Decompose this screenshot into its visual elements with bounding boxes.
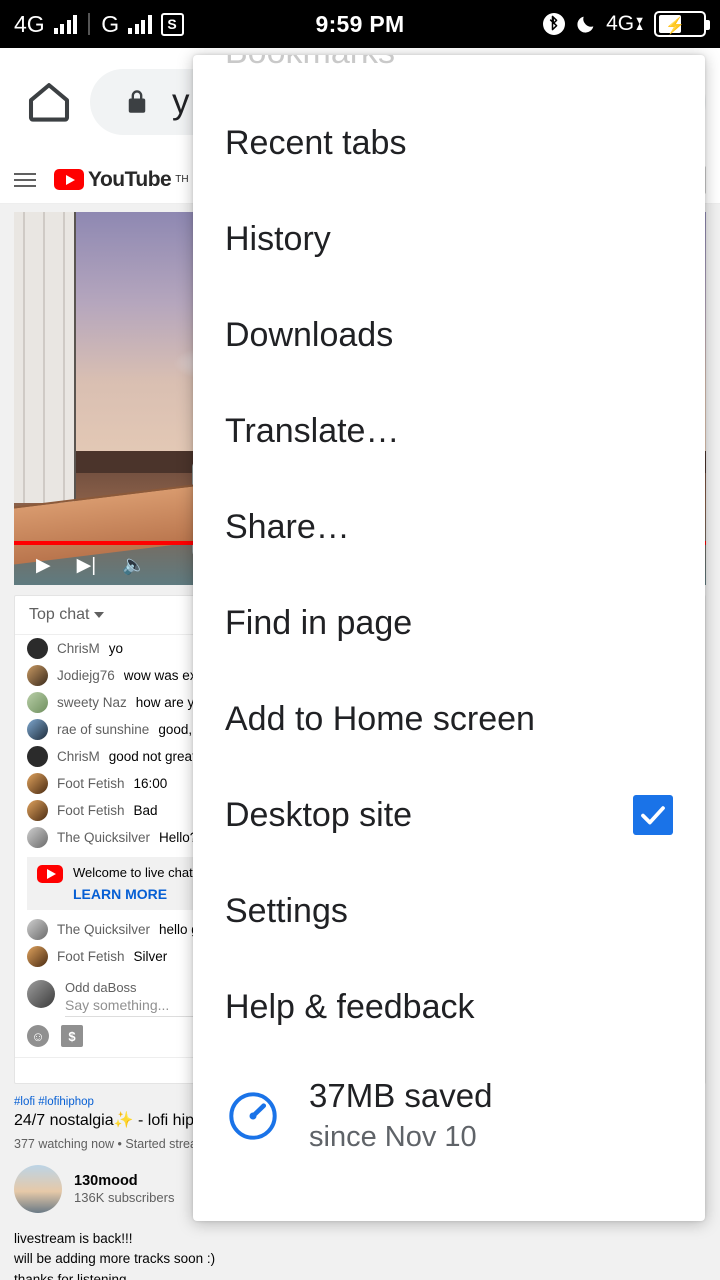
data-network-icon: 4G ▼ ▲ [606,12,645,36]
description-line: livestream is back!!! [14,1231,133,1246]
data-saved-since: since Nov 10 [309,1121,477,1153]
menu-item-label: Recent tabs [225,123,407,162]
channel-subscribers: 136K subscribers [74,1190,175,1205]
chat-text: yo [108,641,124,656]
video-thumbnail-curtain [14,212,76,503]
chat-author: Foot Fetish [57,949,125,964]
moon-icon [577,16,594,33]
menu-item-add-to-home-screen[interactable]: Add to Home screen [193,671,705,767]
menu-item-history[interactable]: History [193,191,705,287]
data-arrows-icon: ▼ ▲ [634,14,645,33]
chat-author: The Quicksilver [57,922,151,937]
menu-item-share[interactable]: Share… [193,479,705,575]
battery-charging-icon: ⚡ [654,11,710,37]
avatar [27,665,48,686]
chat-author: The Quicksilver [57,830,151,845]
description-line: thanks for listening [14,1271,127,1280]
avatar [27,919,48,940]
next-track-icon[interactable]: ▶| [77,554,97,577]
description-line: will be adding more tracks soon :) [14,1251,216,1267]
sim-divider [88,13,91,35]
chat-author: Foot Fetish [57,776,125,791]
chat-mode-label: Top chat [29,606,90,623]
hamburger-icon[interactable] [14,172,36,187]
youtube-country-code: TH [175,174,189,185]
avatar [27,692,48,713]
sim1-network-label: 4G [14,10,45,37]
menu-item-downloads[interactable]: Downloads [193,287,705,383]
sim-badge-icon: S [160,12,184,36]
video-description: livestream is back!!! will be adding mor… [14,1229,706,1280]
chat-author: rae of sunshine [57,722,150,737]
sim1-signal-icon [53,14,78,34]
play-icon[interactable]: ▶ [36,554,51,577]
chat-author: ChrisM [57,641,100,656]
menu-item-find-in-page[interactable]: Find in page [193,575,705,671]
url-text: y [172,82,190,121]
channel-name: 130mood [74,1173,138,1189]
menu-item-label: Add to Home screen [225,699,535,738]
lock-icon [128,90,146,113]
speedometer-icon [229,1091,277,1140]
chat-author: Foot Fetish [57,803,125,818]
menu-item-settings[interactable]: Settings [193,863,705,959]
volume-icon[interactable]: 🔈 [122,553,146,577]
data-saver-row[interactable]: 37MB saved since Nov 10 [193,1055,705,1184]
chat-author: sweety Naz [57,695,127,710]
sim2-network-label: G [101,10,120,37]
menu-item-label: Translate… [225,411,400,450]
checkmark-icon [641,806,665,825]
avatar [27,946,48,967]
menu-item-desktop-site[interactable]: Desktop site [193,767,705,863]
menu-item-bookmarks[interactable]: Bookmarks [193,55,705,95]
menu-item-label: Help & feedback [225,987,475,1026]
avatar [27,980,55,1008]
menu-item-label: Bookmarks [225,55,395,72]
menu-item-label: Settings [225,891,348,930]
status-bar-right: 4G ▼ ▲ ⚡ [542,11,710,37]
menu-item-label: Find in page [225,603,413,642]
sim2-signal-icon [128,14,152,34]
browser-menu-overlay: Bookmarks Recent tabs History Downloads … [193,55,705,1221]
chat-text: good not great [108,749,196,764]
menu-item-recent-tabs[interactable]: Recent tabs [193,95,705,191]
data-saved-amount: 37MB saved [309,1077,493,1114]
chat-author: Jodiejg76 [57,668,115,683]
clock: 9:59 PM [315,10,405,37]
avatar [27,827,48,848]
home-icon[interactable] [22,75,76,129]
desktop-site-checkbox[interactable] [633,795,673,835]
menu-item-translate[interactable]: Translate… [193,383,705,479]
avatar [27,746,48,767]
chat-text: Silver [133,949,168,964]
chat-text: Bad [133,803,158,818]
chevron-down-icon [94,612,105,618]
menu-item-label: Share… [225,507,350,546]
youtube-logo-text: YouTube [88,167,172,191]
bluetooth-icon [543,13,566,35]
youtube-play-icon [54,169,84,190]
youtube-play-icon [37,865,63,883]
menu-item-label: Desktop site [225,795,413,834]
data-network-label: 4G [606,12,635,35]
avatar [27,638,48,659]
emoji-icon[interactable]: ☺ [27,1025,49,1047]
chat-author: ChrisM [57,749,100,764]
avatar [27,800,48,821]
status-bar-left: 4G G S [14,10,184,37]
channel-avatar [14,1165,62,1213]
chat-text: Hello? [159,830,198,845]
avatar [27,719,48,740]
super-chat-icon[interactable]: $ [61,1025,83,1047]
youtube-logo[interactable]: YouTube TH [54,168,189,192]
menu-item-label: Downloads [225,315,394,354]
menu-item-help-and-feedback[interactable]: Help & feedback [193,959,705,1055]
menu-item-label: History [225,219,331,258]
chat-text: 16:00 [133,776,168,791]
status-bar: 4G G S 9:59 PM 4G ▼ ▲ ⚡ [0,0,720,48]
avatar [27,773,48,794]
